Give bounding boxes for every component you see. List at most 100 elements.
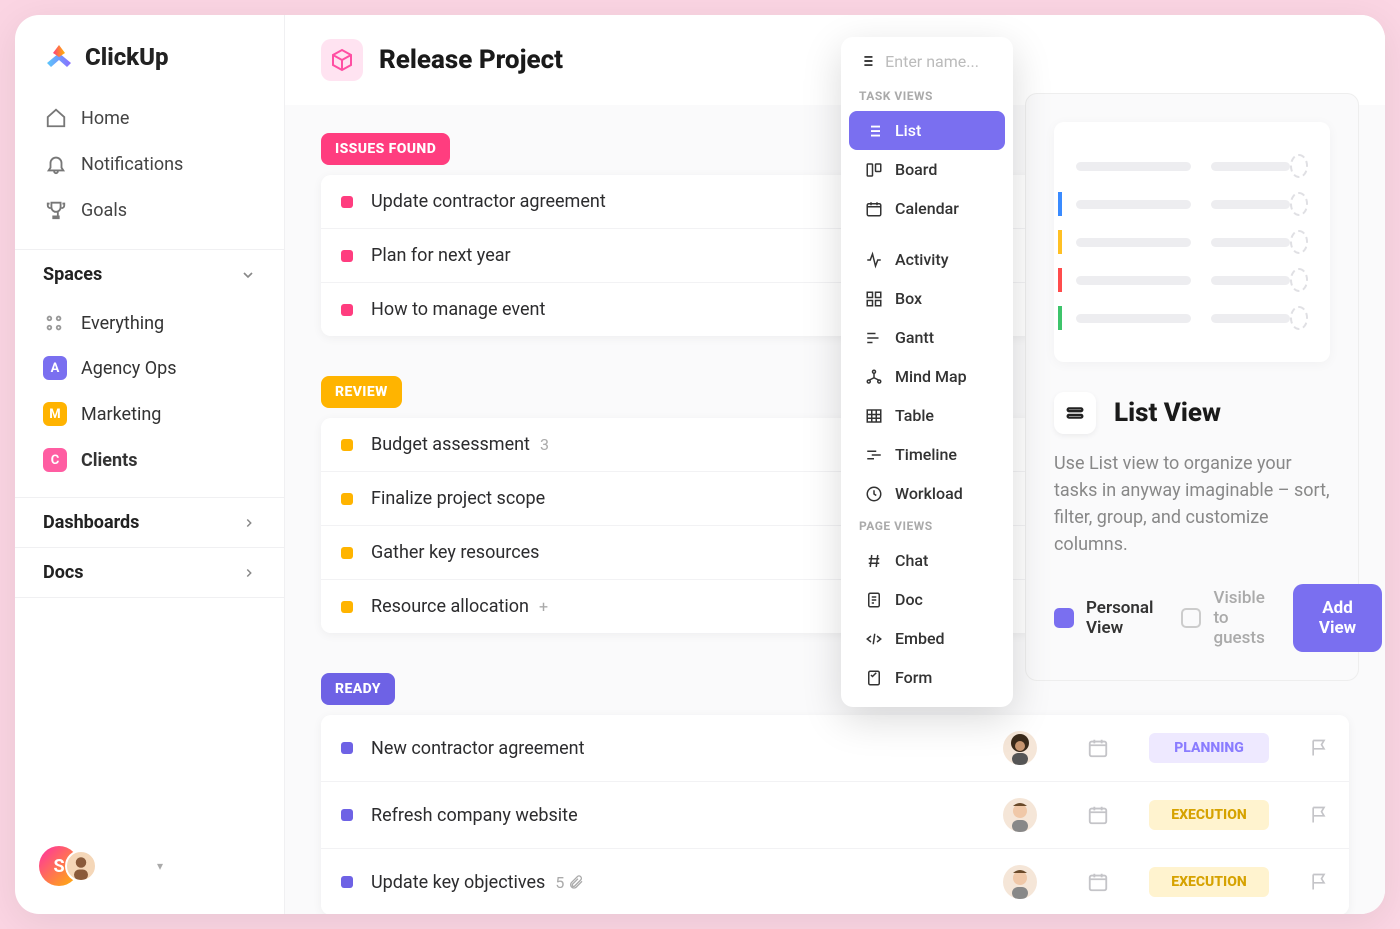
task-row[interactable]: Refresh company website EXECUTION [321,782,1349,849]
popover-section-page: PAGE VIEWS [841,513,1013,541]
chevron-down-icon [240,267,256,283]
popover-section-task: TASK VIEWS [841,83,1013,111]
sidebar: ClickUp Home Notifications Goals Spaces [15,15,285,914]
view-doc[interactable]: Doc [849,580,1005,619]
view-mindmap[interactable]: Mind Map [849,357,1005,396]
view-name-input[interactable] [885,52,995,71]
view-label: Timeline [895,445,957,464]
sidebar-footer: S ▾ [15,828,284,914]
topbar: Release Project [285,15,1385,105]
task-tag[interactable]: PLANNING [1149,733,1269,763]
flag-icon[interactable] [1309,738,1329,758]
personal-view-checkbox[interactable] [1054,608,1074,628]
status-square [341,742,353,754]
space-agency[interactable]: A Agency Ops [33,345,266,391]
main: Release Project ISSUES FOUND Update cont… [285,15,1385,914]
space-marketing[interactable]: M Marketing [33,391,266,437]
view-label: Calendar [895,199,959,218]
space-agency-label: Agency Ops [81,358,177,379]
space-everything[interactable]: Everything [33,301,266,345]
popover-header [841,51,1013,83]
task-title: Finalize project scope [371,488,545,509]
preview-description: Use List view to organize your tasks in … [1054,450,1330,558]
assignee-avatar[interactable] [1003,731,1037,765]
nav-goals[interactable]: Goals [33,187,266,233]
view-activity[interactable]: Activity [849,240,1005,279]
docs-header[interactable]: Docs [15,547,284,598]
view-gantt[interactable]: Gantt [849,318,1005,357]
task-row[interactable]: Update key objectives 5 EXECUTION [321,849,1349,914]
nav-goals-label: Goals [81,200,127,221]
task-meta: + [539,597,548,616]
view-label: Workload [895,484,963,503]
app-window: ClickUp Home Notifications Goals Spaces [15,15,1385,914]
view-label: Doc [895,590,923,609]
view-switcher-popover: TASK VIEWS List Board Calendar Activity … [841,37,1013,707]
avatar-stack: S [39,846,93,886]
assignee-avatar[interactable] [1003,798,1037,832]
space-everything-label: Everything [81,313,164,334]
view-label: Embed [895,629,945,648]
flag-icon[interactable] [1309,872,1329,892]
task-title: Plan for next year [371,245,511,266]
view-embed[interactable]: Embed [849,619,1005,658]
docs-label: Docs [43,562,83,583]
view-form[interactable]: Form [849,658,1005,697]
view-list[interactable]: List [849,111,1005,150]
task-tag[interactable]: EXECUTION [1149,867,1269,897]
visible-guests-checkbox[interactable] [1181,608,1201,628]
space-badge-marketing: M [43,402,67,426]
grid-icon [43,312,65,334]
view-board[interactable]: Board [849,150,1005,189]
workload-icon [865,485,883,503]
calendar-icon[interactable] [1087,737,1109,759]
task-title: How to manage event [371,299,545,320]
view-chat[interactable]: Chat [849,541,1005,580]
logo-text: ClickUp [85,43,169,71]
status-square [341,547,353,559]
trophy-icon [45,199,67,221]
view-table[interactable]: Table [849,396,1005,435]
flag-icon[interactable] [1309,805,1329,825]
dashboards-header[interactable]: Dashboards [15,497,284,547]
add-view-button[interactable]: Add View [1293,584,1382,652]
gantt-icon [865,329,883,347]
space-clients[interactable]: C Clients [33,437,266,483]
task-title: Update contractor agreement [371,191,606,212]
list-icon [865,122,883,140]
view-label: Box [895,289,922,308]
view-workload[interactable]: Workload [849,474,1005,513]
calendar-icon[interactable] [1087,871,1109,893]
user-menu[interactable]: S ▾ [39,846,260,886]
project-icon[interactable] [321,39,363,81]
status-square [341,876,353,888]
view-label: Table [895,406,934,425]
avatar-photo [65,850,97,882]
nav-notifications[interactable]: Notifications [33,141,266,187]
form-icon [865,669,883,687]
group-label-issues[interactable]: ISSUES FOUND [321,133,450,165]
task-row[interactable]: New contractor agreement PLANNING [321,715,1349,782]
view-calendar[interactable]: Calendar [849,189,1005,228]
nav-home[interactable]: Home [33,95,266,141]
hash-icon [865,552,883,570]
board-icon [865,161,883,179]
task-tag[interactable]: EXECUTION [1149,800,1269,830]
assignee-avatar[interactable] [1003,865,1037,899]
group-label-review[interactable]: REVIEW [321,376,402,408]
attachment-count[interactable]: 5 [555,873,584,892]
activity-icon [865,251,883,269]
view-box[interactable]: Box [849,279,1005,318]
group-label-ready[interactable]: READY [321,673,395,705]
preview-footer: Personal View Visible to guests Add View [1054,584,1330,652]
spaces-header[interactable]: Spaces [15,249,284,299]
task-title: Resource allocation [371,596,529,617]
nav-notifications-label: Notifications [81,154,183,175]
view-timeline[interactable]: Timeline [849,435,1005,474]
calendar-icon[interactable] [1087,804,1109,826]
logo[interactable]: ClickUp [15,15,284,91]
chevron-right-icon [242,516,256,530]
task-title: Update key objectives [371,872,545,893]
status-square [341,493,353,505]
view-label: Board [895,160,937,179]
